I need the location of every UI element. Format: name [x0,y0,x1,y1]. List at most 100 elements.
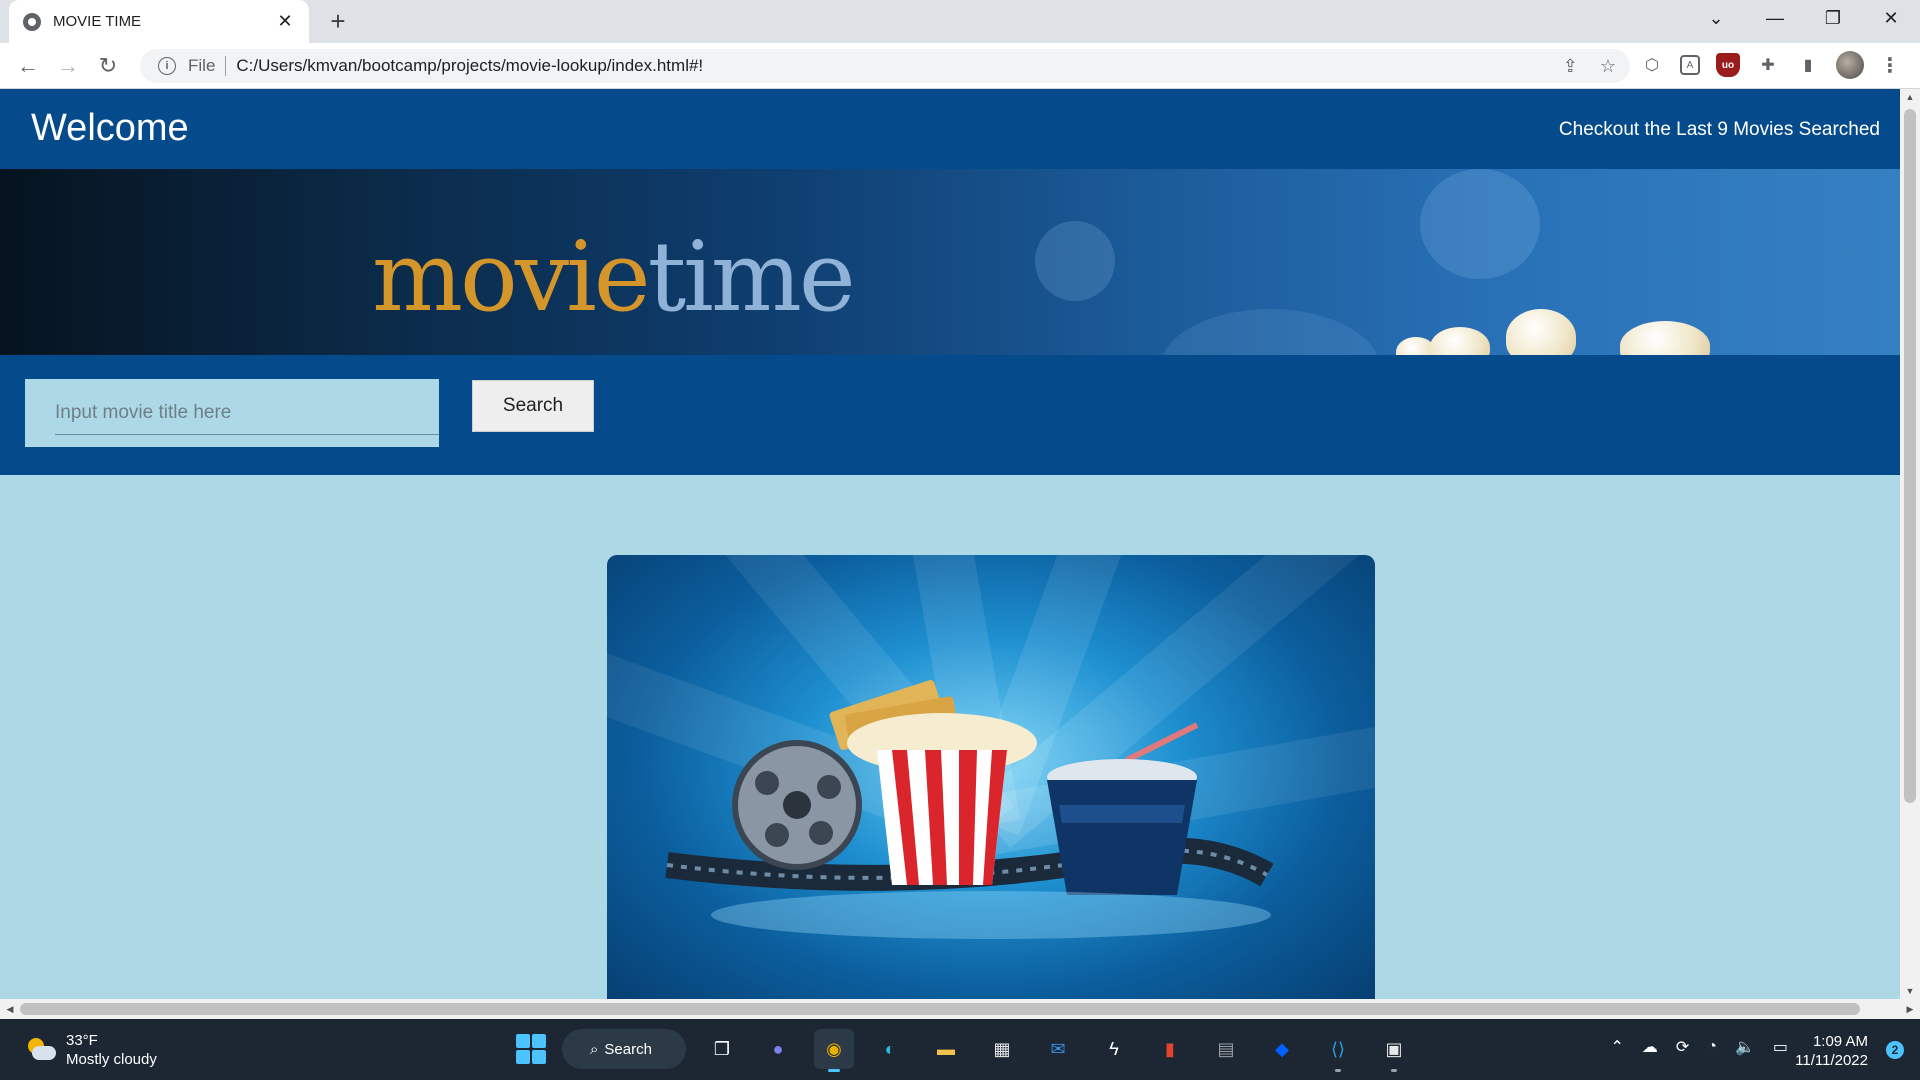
tab-search-chevron-icon[interactable]: ⌄ [1686,0,1746,36]
logo-time-text: time [647,221,856,333]
cloud-shape [32,1046,56,1060]
windows-taskbar: 33°F Mostly cloudy ⌕ Search ❐ ● ◉ ◐ ▬ ▦ … [0,1019,1920,1080]
active-indicator [828,1069,840,1072]
new-tab-button[interactable]: + [322,6,354,38]
sync-icon[interactable]: ⟳ [1676,1037,1689,1057]
close-window-button[interactable]: ✕ [1862,0,1920,36]
file-explorer-icon[interactable]: ▬ [926,1029,966,1069]
address-bar[interactable]: i File C:/Users/kmvan/bootcamp/projects/… [140,49,1630,83]
dropbox-icon[interactable]: ◆ [1262,1029,1302,1069]
file-label: File [188,56,216,75]
partly-cloudy-icon [24,1036,56,1064]
calculator-icon[interactable]: ▤ [1206,1029,1246,1069]
url-text[interactable]: C:/Users/kmvan/bootcamp/projects/movie-l… [236,56,703,76]
taskbar-apps: ⌕ Search ❐ ● ◉ ◐ ▬ ▦ ✉ ϟ ▮ ▤ ◆ ⟨⟩ ▣ [516,1029,1414,1072]
microsoft-store-icon[interactable]: ▦ [982,1029,1022,1069]
taskbar-search-label: Search [604,1040,652,1058]
running-indicator [1391,1069,1397,1072]
cube-extension-icon[interactable]: ⬡ [1640,53,1664,77]
search-icon: ⌕ [590,1040,599,1058]
page-viewport: Welcome Checkout the Last 9 Movies Searc… [0,89,1900,999]
volume-icon[interactable]: 🔈 [1735,1037,1755,1057]
menu-kebab-icon[interactable]: ⋮ [1880,53,1900,78]
weather-widget[interactable]: 33°F Mostly cloudy [24,1031,157,1069]
site-header: Welcome Checkout the Last 9 Movies Searc… [0,89,1900,169]
address-bar-actions: ⇪ ☆ [1563,56,1630,77]
weather-desc: Mostly cloudy [66,1051,157,1068]
search-input-container [25,379,439,447]
mail-icon[interactable]: ✉ [1038,1029,1078,1069]
restore-button[interactable]: ❐ [1804,0,1862,36]
teams-chat-icon[interactable]: ● [758,1029,798,1069]
movie-title-input[interactable] [55,391,439,435]
windows-start-icon[interactable] [516,1034,546,1064]
tray-overflow-chevron-icon[interactable]: ⌃ [1610,1037,1623,1057]
terminal-icon[interactable]: ▣ [1374,1029,1414,1072]
battery-icon[interactable]: ▭ [1773,1037,1788,1057]
office-icon[interactable]: ▮ [1150,1029,1190,1069]
puzzle-extensions-icon[interactable]: ✚ [1756,53,1780,77]
bokeh-light [1035,221,1115,301]
divider [225,56,227,76]
browser-tab[interactable]: MOVIE TIME ✕ [9,0,309,43]
side-panel-icon[interactable]: ▮ [1796,53,1820,77]
minimize-button[interactable]: — [1746,0,1804,36]
ublock-extension-icon[interactable]: uo [1716,53,1740,77]
movietime-logo: movietime [372,229,856,325]
cinema-illustration [665,680,1274,939]
stripe-app-icon[interactable]: ϟ [1094,1029,1134,1069]
task-view-icon[interactable]: ❐ [702,1029,742,1069]
info-icon[interactable]: i [158,57,176,75]
page-title: Welcome [31,107,189,149]
last-searched-link[interactable]: Checkout the Last 9 Movies Searched [1559,119,1880,141]
bookmark-star-icon[interactable]: ☆ [1600,56,1616,77]
tab-title: MOVIE TIME [53,13,142,30]
popcorn-kernel [1506,309,1576,355]
hero-cinema-image [607,555,1375,999]
soda-cup-icon [1047,722,1199,895]
search-button[interactable]: Search [472,380,594,432]
running-indicator [1335,1069,1341,1072]
screen: MOVIE TIME ✕ + ⌄ — ❐ ✕ ← → ↻ i File C:/U… [0,0,1920,1080]
scroll-up-arrow-icon[interactable]: ▲ [1900,89,1920,105]
window-controls: ⌄ — ❐ ✕ [1686,0,1920,36]
browser-tabstrip: MOVIE TIME ✕ + ⌄ — ❐ ✕ [0,0,1920,43]
popcorn-kernel [1430,327,1490,355]
film-reel-icon [732,740,862,870]
reflection [711,891,1271,939]
reload-button[interactable]: ↻ [92,50,124,82]
forward-button[interactable]: → [52,50,84,82]
taskbar-clock[interactable]: 1:09 AM 11/11/2022 [1795,1032,1868,1070]
search-section: Search [0,355,1900,475]
vertical-scroll-thumb[interactable] [1904,109,1916,803]
share-icon[interactable]: ⇪ [1563,56,1578,77]
movietime-banner: movietime [0,169,1900,355]
onedrive-cloud-icon[interactable]: ☁ [1642,1037,1658,1057]
browser-toolbar: ← → ↻ i File C:/Users/kmvan/bootcamp/pro… [0,43,1920,89]
horizontal-scrollbar[interactable]: ◀ ▶ [0,999,1920,1019]
vertical-scrollbar[interactable]: ▲ ▼ [1900,89,1920,999]
vscode-icon[interactable]: ⟨⟩ [1318,1029,1358,1072]
bokeh-light [1160,309,1380,355]
clock-time: 1:09 AM [1812,1033,1868,1050]
extensions-bar: ⬡ A uo ✚ ▮ ⋮ [1640,51,1900,79]
notification-badge[interactable]: 2 [1886,1041,1904,1059]
bokeh-light [1420,169,1540,279]
chrome-icon[interactable]: ◉ [814,1029,854,1072]
scroll-right-arrow-icon[interactable]: ▶ [1900,999,1920,1019]
wifi-icon[interactable]: ◔ [1707,1038,1717,1056]
logo-movie-text: movie [372,221,651,333]
weather-temp: 33°F [66,1032,98,1049]
profile-avatar[interactable] [1836,51,1864,79]
weather-text: 33°F Mostly cloudy [66,1031,157,1069]
scroll-left-arrow-icon[interactable]: ◀ [0,999,20,1019]
close-tab-icon[interactable]: ✕ [275,11,295,32]
translate-extension-icon[interactable]: A [1680,55,1700,75]
scroll-down-arrow-icon[interactable]: ▼ [1900,983,1920,999]
globe-icon [23,12,41,31]
taskbar-search-button[interactable]: ⌕ Search [562,1029,686,1069]
back-button[interactable]: ← [12,50,44,82]
popcorn-kernel [1620,321,1710,355]
edge-icon[interactable]: ◐ [870,1029,910,1069]
horizontal-scroll-thumb[interactable] [20,1003,1860,1015]
